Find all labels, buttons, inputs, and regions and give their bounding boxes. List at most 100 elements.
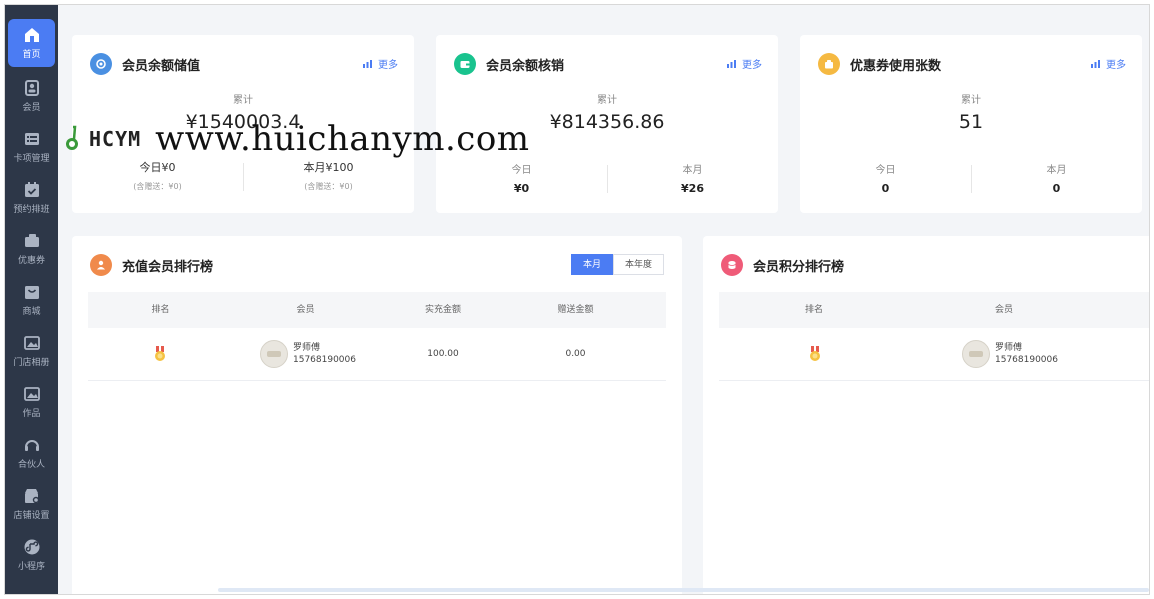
sidebar: 首页 会员 卡项管理 预约排班 优惠券 商城 门店相册 作品 合伙人 店铺设置 … — [5, 5, 58, 594]
sidebar-item-member[interactable]: 会员 — [5, 71, 58, 121]
sidebar-item-label: 首页 — [22, 50, 41, 60]
sidebar-item-coupon[interactable]: 优惠券 — [5, 224, 58, 274]
sidebar-item-mall[interactable]: 商城 — [5, 275, 58, 325]
coupon-usage-title: 优惠券使用张数 — [850, 58, 942, 74]
period-split: 今日 0 本月 0 — [800, 161, 1142, 201]
sidebar-item-works[interactable]: 作品 — [5, 377, 58, 427]
column-paid-amount: 实充金额 — [424, 305, 461, 315]
card-title: 会员余额核销 — [454, 53, 564, 75]
watermark-logo-icon — [66, 125, 78, 150]
sidebar-item-label: 店铺设置 — [13, 511, 50, 521]
sidebar-item-label: 预约排班 — [13, 205, 50, 215]
watermark-url: www.huichanym.com — [155, 119, 530, 159]
store-settings-icon — [23, 487, 41, 505]
table-header: 排名 会员 实充金额 赠送金额 — [88, 292, 666, 328]
today-value: 今日¥0 — [139, 161, 176, 174]
month-note: (含赠送：¥0) — [304, 182, 353, 191]
sidebar-item-label: 门店相册 — [13, 358, 50, 368]
write-off-title: 会员余额核销 — [486, 58, 565, 74]
app-frame: 首页 会员 卡项管理 预约排班 优惠券 商城 门店相册 作品 合伙人 店铺设置 … — [4, 4, 1150, 595]
more-label: 更多 — [742, 60, 762, 71]
sidebar-item-label: 优惠券 — [17, 256, 45, 266]
today-label: 今日 — [875, 165, 896, 176]
coins-icon — [721, 254, 743, 276]
stored-value-title: 会员余额储值 — [122, 58, 201, 74]
member-phone: 15768190006 — [995, 355, 1058, 365]
points-ranking-panel: 会员积分排行榜 排名 会员 罗师傅 15768190006 — [703, 236, 1149, 594]
table-row[interactable]: 罗师傅 15768190006 100.00 0.00 — [88, 328, 666, 381]
stored-value-icon — [90, 53, 112, 75]
cumulative-value: 51 — [958, 111, 984, 133]
sidebar-item-label: 小程序 — [17, 562, 45, 572]
sidebar-item-label: 卡项管理 — [13, 154, 50, 164]
column-member: 会员 — [296, 305, 315, 315]
stored-value-more-link[interactable]: 更多 — [362, 56, 398, 71]
member-name: 罗师傅 — [995, 343, 1023, 353]
member-icon — [23, 79, 41, 97]
coupon-bag-icon — [818, 53, 840, 75]
card-title: 优惠券使用张数 — [818, 53, 941, 75]
today-label: 今日 — [511, 165, 532, 176]
today-note: (含赠送：¥0) — [133, 182, 182, 191]
bonus-amount: 0.00 — [565, 349, 586, 359]
sidebar-item-partner[interactable]: 合伙人 — [5, 428, 58, 478]
avatar — [962, 340, 990, 368]
horizontal-scrollbar[interactable] — [218, 588, 1149, 592]
coupon-icon — [23, 232, 41, 250]
chart-icon — [363, 60, 372, 68]
member-cell: 罗师傅 15768190006 — [962, 340, 1058, 368]
tab-this-year[interactable]: 本年度 — [612, 254, 664, 275]
partner-icon — [23, 436, 41, 454]
dashboard-main: 会员余额储值 更多 累计 ¥1540003.4 今日¥0 (含赠送：¥0) 本月… — [58, 5, 1149, 594]
more-label: 更多 — [378, 60, 398, 71]
sidebar-item-mini-program[interactable]: 小程序 — [5, 530, 58, 580]
calendar-icon — [23, 181, 41, 199]
coupon-usage-card: 优惠券使用张数 更多 累计 51 今日 0 本月 0 — [800, 35, 1142, 213]
card-title: 充值会员排行榜 — [90, 254, 213, 276]
cumulative-label: 累计 — [597, 95, 617, 106]
card-title: 会员余额储值 — [90, 53, 200, 75]
sidebar-item-card-management[interactable]: 卡项管理 — [5, 122, 58, 172]
points-ranking-title: 会员积分排行榜 — [753, 259, 845, 275]
works-icon — [23, 385, 41, 403]
avatar — [260, 340, 288, 368]
member-name: 罗师傅 — [293, 343, 321, 353]
month-label: 本月 — [1046, 165, 1067, 176]
today-value: ¥0 — [513, 182, 530, 195]
wallet-icon — [454, 53, 476, 75]
month-label: 本月 — [682, 165, 703, 176]
table-header: 排名 会员 — [719, 292, 1149, 328]
recharge-ranking-title: 充值会员排行榜 — [122, 259, 214, 275]
table-row[interactable]: 罗师傅 15768190006 — [719, 328, 1149, 381]
sidebar-item-store-album[interactable]: 门店相册 — [5, 326, 58, 376]
gold-medal-icon — [154, 346, 166, 362]
album-icon — [23, 334, 41, 352]
sidebar-item-label: 合伙人 — [17, 460, 45, 470]
watermark: HCYM www.huichanym.com — [63, 119, 530, 159]
sidebar-item-booking[interactable]: 预约排班 — [5, 173, 58, 223]
member-phone: 15768190006 — [293, 355, 356, 365]
mall-icon — [23, 283, 41, 301]
period-split: 今日¥0 (含赠送：¥0) 本月¥100 (含赠送：¥0) — [72, 159, 414, 199]
coupon-more-link[interactable]: 更多 — [1090, 56, 1126, 71]
user-money-icon — [90, 254, 112, 276]
column-rank: 排名 — [804, 305, 823, 315]
card-title: 会员积分排行榜 — [721, 254, 844, 276]
column-bonus-amount: 赠送金额 — [557, 305, 594, 315]
sidebar-item-label: 作品 — [22, 409, 41, 419]
cumulative-label: 累计 — [233, 95, 253, 106]
month-value: ¥26 — [681, 182, 704, 195]
column-member: 会员 — [994, 305, 1013, 315]
write-off-more-link[interactable]: 更多 — [726, 56, 762, 71]
chart-icon — [1091, 60, 1100, 68]
card-icon — [23, 130, 41, 148]
watermark-brand: HCYM — [89, 127, 142, 151]
today-value: 0 — [881, 182, 890, 195]
tab-this-month[interactable]: 本月 — [570, 254, 613, 275]
gold-medal-icon — [809, 346, 821, 362]
sidebar-item-store-settings[interactable]: 店铺设置 — [5, 479, 58, 529]
sidebar-item-home[interactable]: 首页 — [8, 19, 55, 67]
home-icon — [23, 26, 41, 44]
sidebar-item-label: 商城 — [22, 307, 41, 317]
paid-amount: 100.00 — [427, 349, 459, 359]
